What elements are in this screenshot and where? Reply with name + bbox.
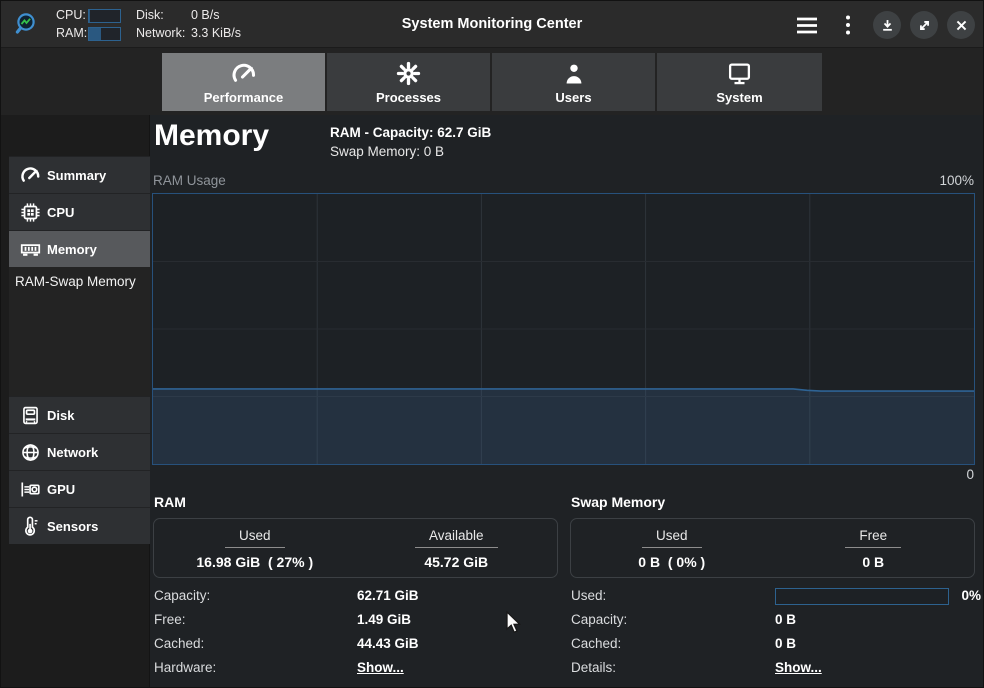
- swap-section-title: Swap Memory: [571, 494, 666, 510]
- ram-free-label: Free:: [154, 612, 186, 627]
- sidebar-item-label: Disk: [47, 407, 75, 423]
- tab-performance[interactable]: Performance: [162, 53, 327, 111]
- sidebar-item-network[interactable]: Network: [9, 433, 150, 470]
- ram-usage-chart-plot: [153, 194, 974, 464]
- swap-cached-value: 0 B: [775, 636, 797, 651]
- ram-capacity-label: Capacity:: [154, 588, 211, 603]
- gauge-icon: [231, 60, 257, 87]
- sidebar-item-disk[interactable]: Disk: [9, 396, 150, 433]
- ram-hardware-show-link[interactable]: Show...: [357, 660, 404, 675]
- swap-capacity-label: Capacity:: [571, 612, 628, 627]
- swap-details-label: Details:: [571, 660, 617, 675]
- swap-details-show-link[interactable]: Show...: [775, 660, 822, 675]
- swap-free-value: 0 B: [862, 554, 885, 570]
- sidebar-item-sensors[interactable]: Sensors: [9, 507, 150, 544]
- swap-used-value: 0 B ( 0% ): [638, 554, 706, 570]
- app-window: CPU: RAM: Disk: 0 B/s Network: 3.3 KiB/s…: [0, 0, 984, 688]
- sidebar-item-label: CPU: [47, 204, 75, 220]
- sidebar-item-label: Network: [47, 444, 99, 460]
- tab-processes[interactable]: Processes: [327, 53, 492, 111]
- chart-y-min-label: 0: [966, 467, 974, 482]
- ram-stick-icon: [20, 239, 41, 260]
- ram-free-value: 1.49 GiB: [357, 612, 412, 627]
- close-button[interactable]: [947, 11, 975, 39]
- swap-used-percent: 0%: [961, 588, 981, 603]
- memory-page: Memory RAM - Capacity: 62.7 GiB Swap Mem…: [150, 115, 983, 687]
- swap-capacity-value: 0 B: [775, 612, 797, 627]
- gauge-icon: [20, 165, 41, 186]
- ram-capacity-value: 62.71 GiB: [357, 588, 419, 603]
- hard-drive-icon: [20, 405, 41, 426]
- memory-subpanel: RAM-Swap Memory: [9, 267, 150, 396]
- ram-available-header: Available: [414, 528, 498, 548]
- sidebar-item-label: GPU: [47, 481, 76, 497]
- user-icon: [562, 60, 586, 87]
- swap-used-progress-bar: [775, 588, 949, 605]
- sidebar-item-summary[interactable]: Summary: [9, 156, 150, 193]
- swap-free-header: Free: [845, 528, 902, 548]
- ram-section-title: RAM: [154, 494, 186, 510]
- download-button[interactable]: [873, 11, 901, 39]
- ram-usage-chart: [152, 193, 975, 465]
- gpu-card-icon: [20, 479, 41, 500]
- ram-cached-label: Cached:: [154, 636, 205, 651]
- tab-system[interactable]: System: [657, 53, 822, 111]
- gear-icon: [396, 60, 421, 87]
- sidebar-item-label: Sensors: [47, 518, 99, 534]
- ram-cached-value: 44.43 GiB: [357, 636, 419, 651]
- tab-label: Users: [555, 90, 592, 105]
- swap-used-header: Used: [641, 528, 702, 548]
- performance-sidebar: Summary CPU Memory RAM-Swap Memory Disk …: [1, 115, 150, 687]
- globe-icon: [20, 442, 41, 463]
- swap-stat-box: Used 0 B ( 0% ) Free 0 B: [570, 518, 975, 578]
- top-bar: CPU: RAM: Disk: 0 B/s Network: 3.3 KiB/s…: [1, 1, 983, 48]
- sidebar-item-label: Summary: [47, 167, 107, 183]
- tab-users[interactable]: Users: [492, 53, 657, 111]
- sidebar-item-gpu[interactable]: GPU: [9, 470, 150, 507]
- sidebar-item-memory[interactable]: Memory: [9, 230, 150, 267]
- swap-cached-label: Cached:: [571, 636, 622, 651]
- swap-used-row-label: Used:: [571, 588, 607, 603]
- swap-memory-summary: Swap Memory: 0 B: [330, 144, 445, 159]
- subitem-ram-swap-memory[interactable]: RAM-Swap Memory: [9, 267, 150, 289]
- hamburger-menu-icon[interactable]: [795, 14, 819, 36]
- chart-title: RAM Usage: [153, 173, 226, 188]
- main-tab-bar: Performance Processes Users System: [162, 53, 822, 111]
- expand-button[interactable]: [910, 11, 938, 39]
- tab-label: System: [716, 90, 763, 105]
- kebab-menu-icon[interactable]: [836, 14, 860, 36]
- chart-y-max-label: 100%: [939, 173, 974, 188]
- tab-label: Performance: [203, 90, 284, 105]
- sidebar-item-cpu[interactable]: CPU: [9, 193, 150, 230]
- ram-capacity-summary: RAM - Capacity: 62.7 GiB: [330, 125, 492, 140]
- ram-stat-box: Used 16.98 GiB ( 27% ) Available 45.72 G…: [153, 518, 558, 578]
- ram-available-value: 45.72 GiB: [424, 554, 489, 570]
- ram-hardware-label: Hardware:: [154, 660, 217, 675]
- monitor-icon: [727, 60, 752, 87]
- ram-used-value: 16.98 GiB ( 27% ): [196, 554, 314, 570]
- tab-label: Processes: [375, 90, 442, 105]
- cpu-chip-icon: [20, 202, 41, 223]
- thermometer-icon: [20, 516, 41, 537]
- page-title: Memory: [154, 119, 270, 152]
- sidebar-item-label: Memory: [47, 241, 97, 257]
- ram-used-header: Used: [224, 528, 285, 548]
